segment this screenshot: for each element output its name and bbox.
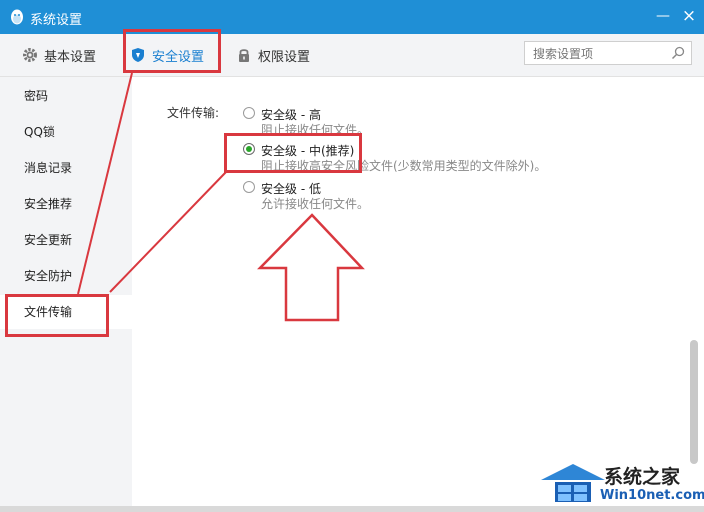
annotation-box-medium-option — [224, 133, 362, 173]
window-title: 系统设置 — [30, 13, 83, 28]
search-icon[interactable] — [671, 46, 685, 60]
sidebar-item-security-recommend[interactable]: 安全推荐 — [0, 187, 132, 221]
radio-security-low[interactable] — [243, 181, 255, 193]
lock-icon — [239, 49, 249, 62]
file-transfer-label: 文件传输: — [167, 106, 220, 120]
watermark-text: 系统之家 — [604, 466, 681, 488]
minimize-button[interactable]: — — [652, 6, 674, 26]
search-box[interactable] — [524, 41, 692, 65]
title-bar: 系统设置 — × — [0, 0, 704, 34]
annotation-box-security-tab — [123, 29, 221, 73]
tab-label: 基本设置 — [44, 49, 97, 65]
sidebar-item-security-update[interactable]: 安全更新 — [0, 223, 132, 257]
sidebar-item-password[interactable]: 密码 — [0, 79, 132, 113]
option-description: 允许接收任何文件。 — [261, 197, 370, 211]
close-button[interactable]: × — [678, 6, 700, 26]
radio-security-high[interactable] — [243, 107, 255, 119]
sidebar-item-qq-lock[interactable]: QQ锁 — [0, 115, 132, 149]
sidebar-item-message-history[interactable]: 消息记录 — [0, 151, 132, 185]
tab-label: 权限设置 — [258, 49, 311, 65]
content-panel — [132, 77, 704, 512]
tab-basic-settings[interactable]: 基本设置 — [22, 34, 96, 76]
sidebar-item-security-protection[interactable]: 安全防护 — [0, 259, 132, 293]
search-input[interactable] — [531, 43, 673, 65]
taskbar-strip — [0, 506, 704, 512]
watermark-url: Win10net.com — [600, 488, 704, 503]
annotation-box-file-transfer — [5, 294, 109, 337]
scrollbar-thumb[interactable] — [690, 340, 698, 464]
gear-icon — [23, 48, 37, 62]
tab-permission-settings[interactable]: 权限设置 — [236, 34, 310, 76]
qq-penguin-icon — [11, 9, 23, 25]
